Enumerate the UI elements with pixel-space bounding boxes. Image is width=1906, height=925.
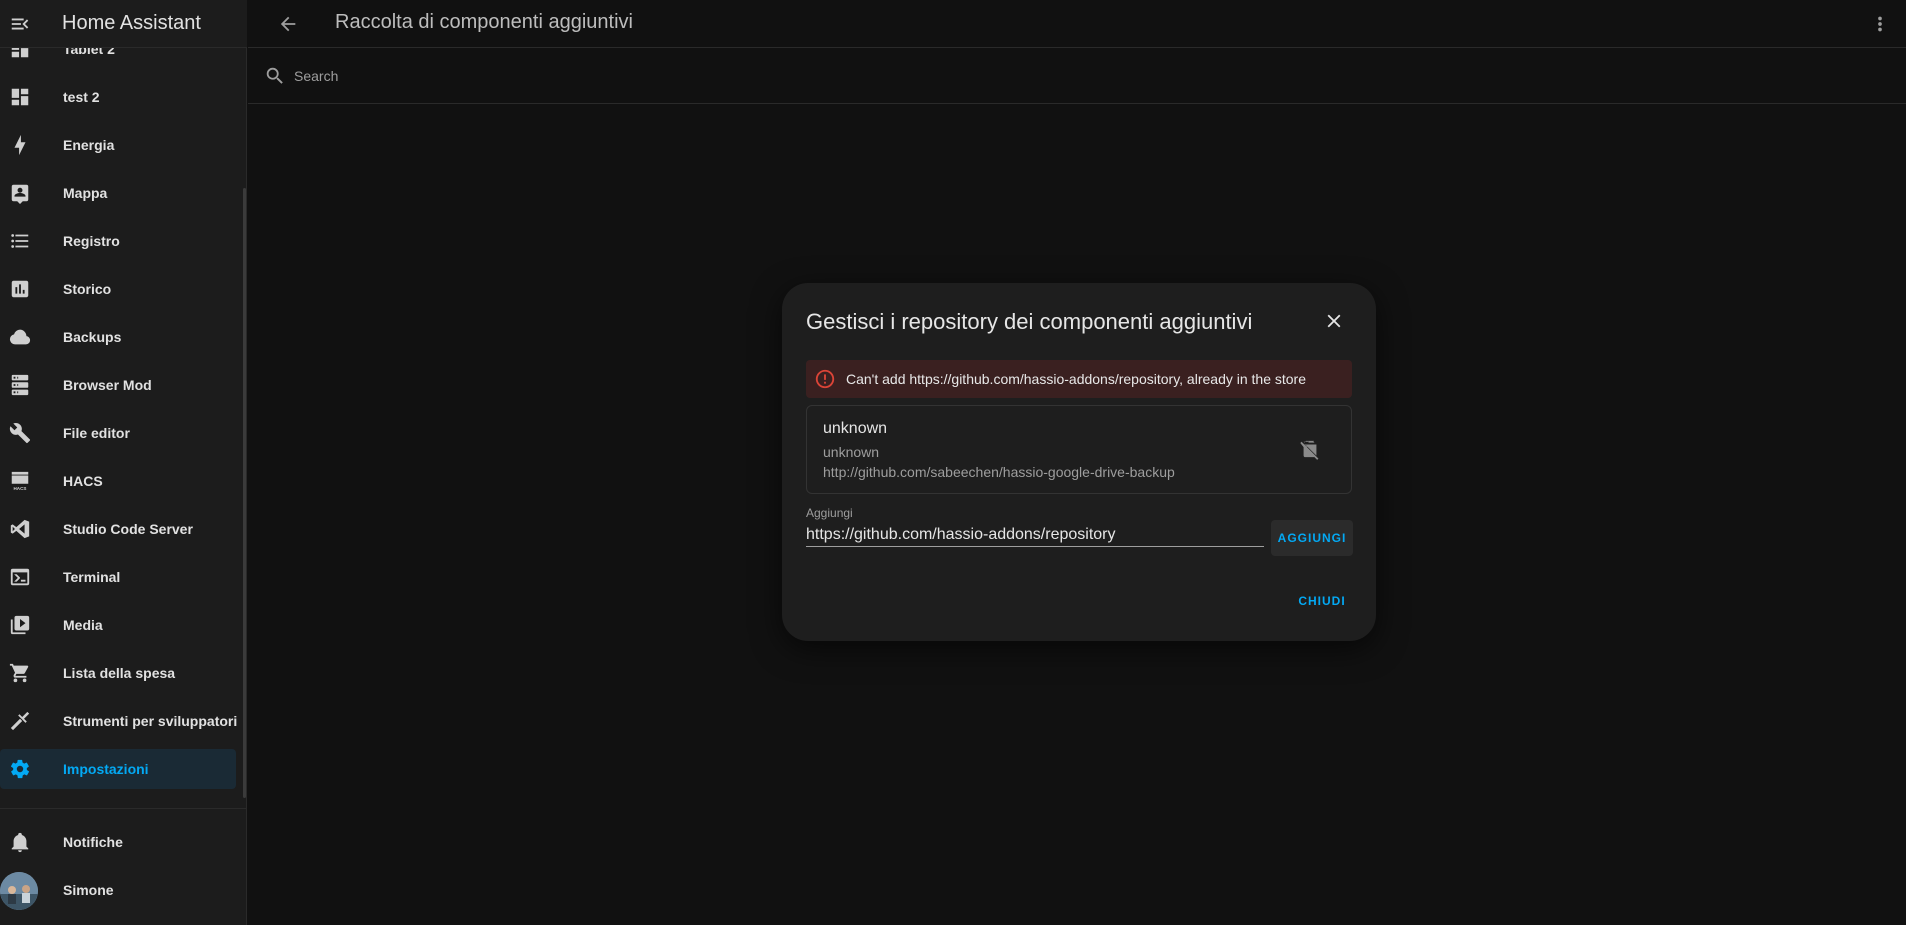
sidebar-item-impostazioni[interactable]: Impostazioni [0, 749, 236, 789]
sidebar-item-hacs[interactable]: HACS HACS [0, 461, 236, 501]
sidebar-scrollbar[interactable] [243, 188, 246, 798]
sidebar: Tablet 2 test 2 Energia Mappa Registro S… [0, 0, 247, 925]
sidebar-item-energia[interactable]: Energia [0, 125, 236, 165]
sidebar-item-strumenti-per-sviluppatori[interactable]: Strumenti per sviluppatori [0, 701, 238, 741]
dialog-title: Gestisci i repository dei componenti agg… [806, 309, 1253, 334]
close-icon[interactable] [1320, 307, 1348, 335]
menu-open-icon[interactable] [2, 6, 38, 42]
sidebar-item-label: Browser Mod [63, 377, 152, 393]
sidebar-item-storico[interactable]: Storico [0, 269, 236, 309]
search-bar [248, 49, 1906, 104]
sidebar-header: Home Assistant [0, 0, 247, 48]
sidebar-item-browser-mod[interactable]: Browser Mod [0, 365, 236, 405]
repository-maintainer: unknown [823, 444, 880, 460]
bell-icon [8, 830, 32, 854]
user-name: Simone [63, 882, 114, 898]
chart-box-icon [8, 277, 32, 301]
sidebar-item-label: Media [63, 617, 103, 633]
sidebar-item-registro[interactable]: Registro [0, 221, 236, 261]
sidebar-item-label: Impostazioni [63, 761, 149, 777]
sidebar-item-label: Energia [63, 137, 115, 153]
cloud-icon [8, 325, 32, 349]
sidebar-item-file-editor[interactable]: File editor [0, 413, 236, 453]
sidebar-divider [0, 808, 247, 809]
view-dashboard-icon [8, 85, 32, 109]
sidebar-item-notifiche[interactable]: Notifiche [0, 822, 236, 862]
app-title: Home Assistant [62, 12, 201, 34]
hammer-icon [8, 709, 32, 733]
top-bar: Raccolta di componenti aggiuntivi [248, 0, 1906, 48]
sidebar-item-label: Terminal [63, 569, 121, 585]
search-icon [264, 65, 286, 87]
manage-repositories-dialog: Gestisci i repository dei componenti agg… [782, 283, 1376, 641]
server-icon [8, 373, 32, 397]
add-button[interactable]: AGGIUNGI [1271, 520, 1353, 556]
sidebar-item-label: File editor [63, 425, 130, 441]
delete-off-icon[interactable] [1298, 438, 1322, 462]
close-button[interactable]: CHIUDI [1292, 589, 1352, 613]
sidebar-item-label: HACS [63, 473, 103, 489]
svg-text:HACS: HACS [14, 486, 27, 491]
arrow-left-icon[interactable] [274, 10, 302, 38]
account-box-icon [8, 181, 32, 205]
page-title: Raccolta di componenti aggiuntivi [335, 11, 633, 33]
add-field-label: Aggiungi [806, 506, 853, 520]
sidebar-item-label: Mappa [63, 185, 108, 201]
more-vertical-icon[interactable] [1866, 10, 1894, 38]
sidebar-item-label: Notifiche [63, 834, 123, 850]
sidebar-item-label: Lista della spesa [63, 665, 176, 681]
avatar[interactable] [0, 872, 38, 910]
sidebar-item-lista-della-spesa[interactable]: Lista della spesa [0, 653, 236, 693]
console-icon [8, 565, 32, 589]
alert-circle-icon [814, 368, 836, 390]
repository-item: unknown unknown http://github.com/sabeec… [806, 405, 1352, 494]
hacs-icon: HACS [8, 469, 32, 493]
sidebar-item-backups[interactable]: Backups [0, 317, 236, 357]
sidebar-item-label: Registro [63, 233, 120, 249]
sidebar-item-label: Studio Code Server [63, 521, 193, 537]
error-message: Can't add https://github.com/hassio-addo… [846, 371, 1307, 387]
sidebar-item-terminal[interactable]: Terminal [0, 557, 236, 597]
sidebar-list: Tablet 2 test 2 Energia Mappa Registro S… [0, 0, 247, 808]
cog-icon [8, 757, 32, 781]
wrench-icon [8, 421, 32, 445]
play-box-multiple-icon [8, 613, 32, 637]
error-alert: Can't add https://github.com/hassio-addo… [806, 360, 1352, 398]
repository-url-input[interactable] [806, 523, 1264, 547]
sidebar-item-label: Strumenti per sviluppatori [63, 713, 238, 729]
cart-icon [8, 661, 32, 685]
sidebar-item-label: test 2 [63, 89, 100, 105]
search-input[interactable] [294, 65, 894, 87]
repository-url: http://github.com/sabeechen/hassio-googl… [823, 464, 1175, 480]
sidebar-item-media[interactable]: Media [0, 605, 236, 645]
lightning-bolt-icon [8, 133, 32, 157]
sidebar-item-studio-code-server[interactable]: Studio Code Server [0, 509, 236, 549]
sidebar-item-label: Storico [63, 281, 112, 297]
sidebar-item-label: Backups [63, 329, 122, 345]
format-list-bulleted-icon [8, 229, 32, 253]
vscode-icon [8, 517, 32, 541]
sidebar-item-mappa[interactable]: Mappa [0, 173, 236, 213]
sidebar-item-test-2[interactable]: test 2 [0, 77, 236, 117]
repository-name: unknown [823, 420, 888, 437]
